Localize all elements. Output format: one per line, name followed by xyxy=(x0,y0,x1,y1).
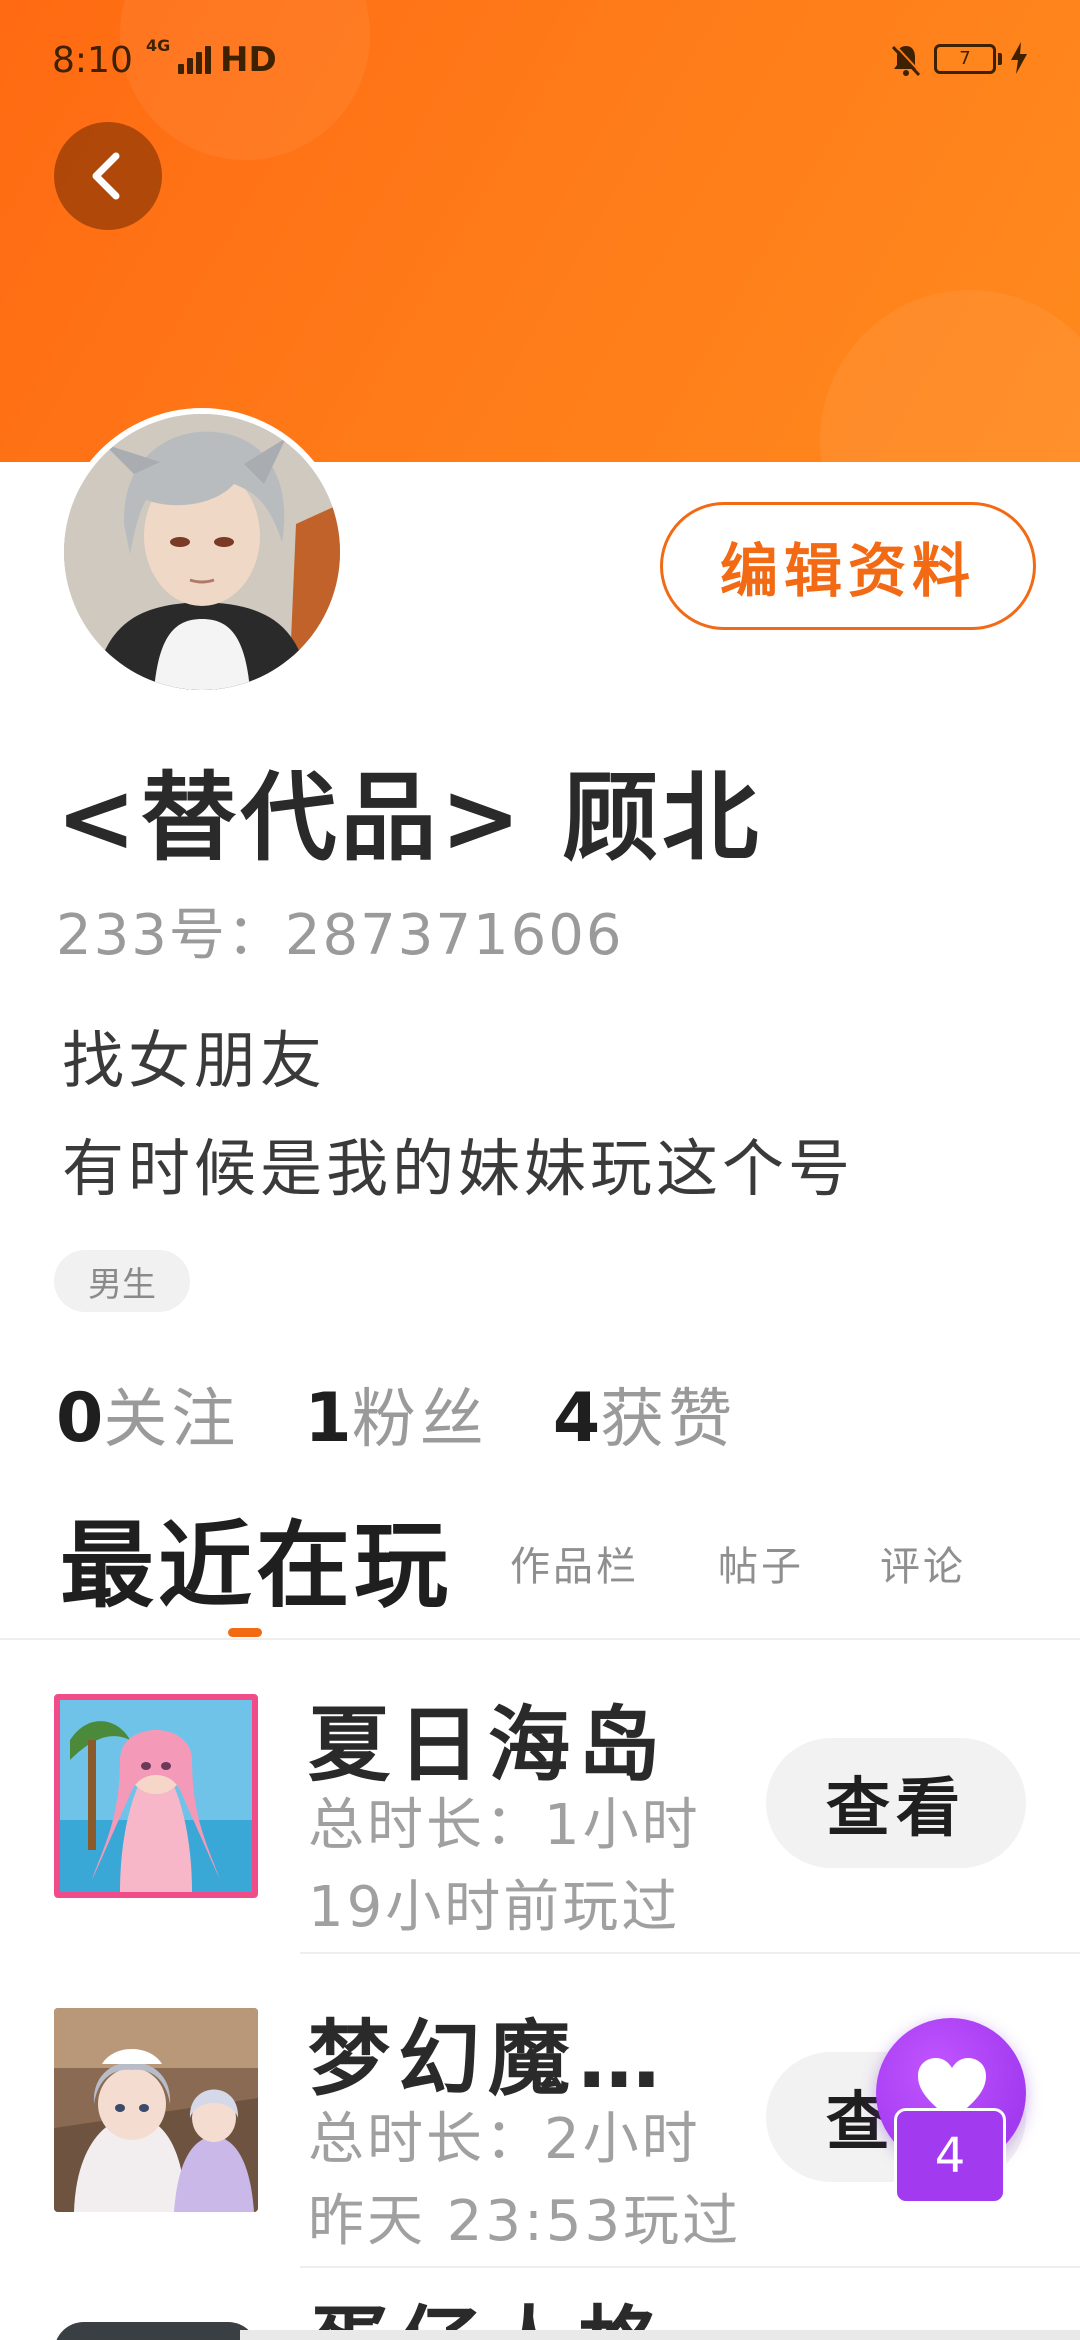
status-time: 8:10 xyxy=(52,40,133,81)
game-thumbnail xyxy=(54,1694,258,1898)
header-decoration xyxy=(820,290,1080,462)
avatar-illustration xyxy=(64,414,340,690)
stat-label: 粉丝 xyxy=(351,1383,488,1457)
hd-indicator: HD xyxy=(220,40,277,80)
edit-profile-button[interactable]: 编辑资料 xyxy=(660,502,1036,630)
row-divider xyxy=(300,2266,1080,2268)
bio-line: 找女朋友 xyxy=(62,1024,327,1097)
game-thumbnail xyxy=(54,2322,258,2340)
tab-comments[interactable]: 评论 xyxy=(880,1534,966,1592)
username: <替代品> 顾北 xyxy=(56,762,763,874)
avatar[interactable] xyxy=(64,414,340,690)
bottom-edge xyxy=(240,2330,1080,2340)
stat-following[interactable]: 0关注 xyxy=(56,1368,239,1460)
network-type: 4G xyxy=(146,36,171,55)
profile-tabs: 最近在玩 作品栏 帖子 评论 xyxy=(0,1490,1080,1640)
profile-header-banner: 8:10 4G HD 7 xyxy=(0,0,1080,462)
tab-works[interactable]: 作品栏 xyxy=(510,1534,639,1592)
game-last-played: 昨天 23:53玩过 xyxy=(308,2189,742,2254)
muted-bell-icon xyxy=(891,44,922,77)
stat-likes[interactable]: 4获赞 xyxy=(553,1368,736,1460)
back-button[interactable] xyxy=(54,122,162,230)
battery-icon: 7 xyxy=(934,44,996,74)
stat-followers[interactable]: 1粉丝 xyxy=(304,1368,487,1460)
stat-count: 4 xyxy=(552,1379,601,1458)
user-id: 233号：287371606 xyxy=(56,903,624,968)
game-duration: 总时长：2小时 xyxy=(308,2107,701,2172)
status-bar: 8:10 4G HD 7 xyxy=(0,30,1080,90)
tab-posts[interactable]: 帖子 xyxy=(718,1534,804,1592)
game-list-item[interactable]: 夏日海岛 总时长：1小时 19小时前玩过 查看 xyxy=(0,1640,1080,1954)
game-duration: 总时长：1小时 xyxy=(308,1793,701,1858)
stat-label: 关注 xyxy=(103,1383,240,1457)
bio-line: 有时候是我的妹妹玩这个号 xyxy=(62,1132,855,1205)
game-last-played: 19小时前玩过 xyxy=(308,1875,681,1940)
charging-icon xyxy=(1011,42,1027,74)
game-list-item[interactable]: 蛋仔人格 xyxy=(0,2270,1080,2340)
signal-icon xyxy=(178,44,214,74)
game-thumbnail xyxy=(54,2008,258,2212)
view-game-button[interactable]: 查看 xyxy=(766,1738,1026,1868)
chevron-left-icon xyxy=(92,152,120,200)
profile-stats: 0关注 1粉丝 4获赞 xyxy=(56,1368,796,1458)
fab-count-badge: 4 xyxy=(894,2108,1006,2204)
tab-recently-played[interactable]: 最近在玩 xyxy=(60,1490,452,1626)
stat-count: 0 xyxy=(56,1379,104,1458)
stat-label: 获赞 xyxy=(600,1383,737,1457)
gender-tag: 男生 xyxy=(54,1250,190,1312)
active-tab-indicator xyxy=(228,1628,262,1637)
stat-count: 1 xyxy=(304,1379,352,1458)
battery-tip xyxy=(998,53,1002,65)
